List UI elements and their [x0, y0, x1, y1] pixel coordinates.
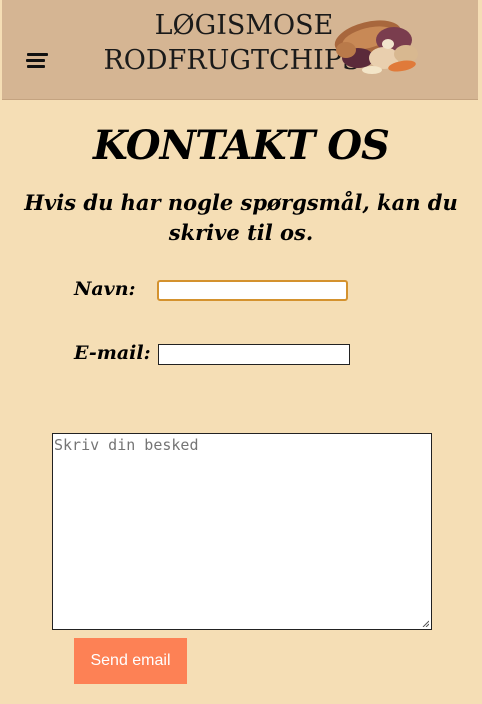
site-header: LØGISMOSE RODFRUGTCHIPS: [2, 0, 478, 100]
email-label: E-mail:: [74, 342, 151, 364]
name-input[interactable]: [157, 280, 348, 301]
root-vegetable-chips-icon: [334, 20, 418, 74]
page-subtitle: Hvis du har nogle spørgsmål, kan du skri…: [24, 190, 458, 245]
logo-line-2: RODFRUGTCHIPS: [103, 45, 361, 76]
logo-line-1: LØGISMOSE: [154, 10, 334, 41]
hamburger-menu-icon[interactable]: [26, 53, 48, 69]
page-title: KONTAKT OS: [93, 122, 390, 169]
message-placeholder: Skriv din besked: [54, 436, 199, 454]
site-logo-text[interactable]: LØGISMOSE RODFRUGTCHIPS: [102, 8, 362, 78]
page-scrollbar[interactable]: [476, 0, 482, 704]
resize-grip-icon[interactable]: [422, 620, 429, 627]
email-input[interactable]: [158, 344, 350, 365]
message-textarea[interactable]: Skriv din besked: [52, 433, 432, 630]
name-label: Navn:: [74, 278, 136, 300]
send-email-button[interactable]: Send email: [74, 638, 187, 684]
